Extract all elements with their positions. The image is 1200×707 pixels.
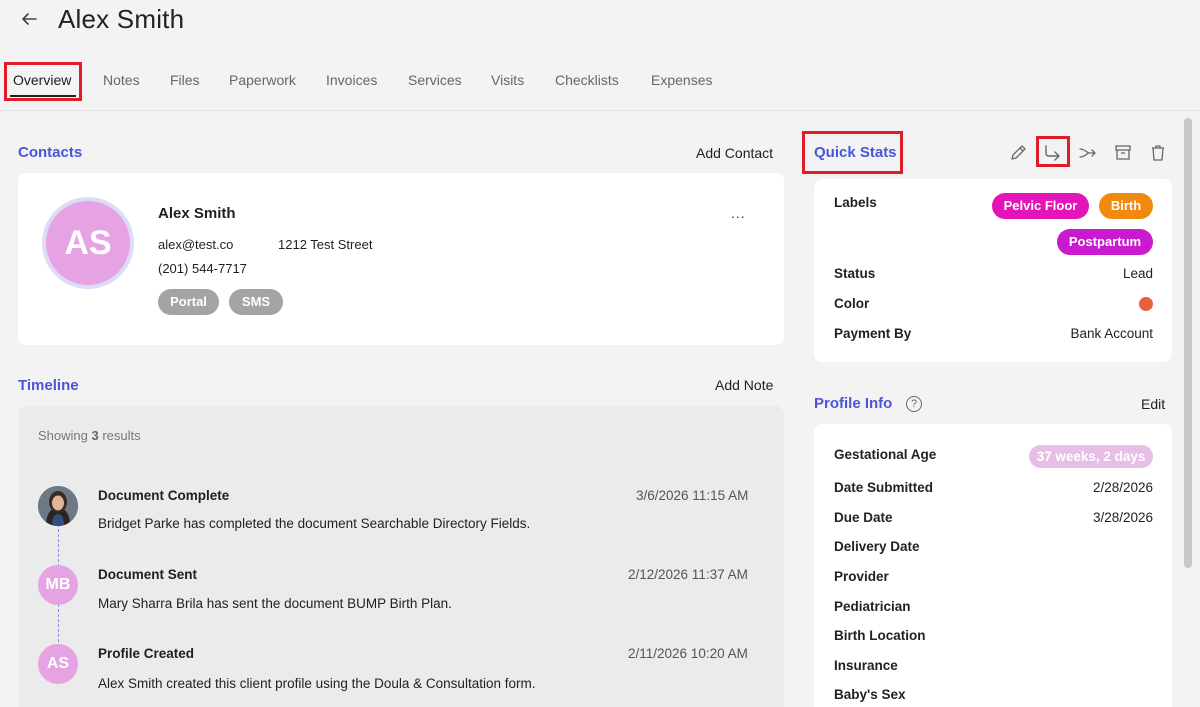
contact-more-button[interactable]: ...	[731, 205, 746, 221]
archive-icon[interactable]	[1112, 141, 1134, 163]
pencil-icon[interactable]	[1007, 142, 1029, 164]
profile-row-label: Baby's Sex	[834, 687, 906, 702]
timeline-item-title: Profile Created	[98, 646, 195, 661]
trash-icon[interactable]	[1147, 142, 1169, 164]
timeline-item-time: 2/12/2026 11:37 AM	[628, 567, 748, 582]
timeline-item-desc: Alex Smith created this client profile u…	[98, 676, 536, 691]
tab-invoices[interactable]: Invoices	[326, 62, 377, 100]
profile-row-value: 3/28/2026	[1092, 510, 1153, 525]
timeline-item-title: Document Sent	[98, 567, 198, 582]
avatar: AS	[42, 197, 134, 289]
profile-row-label: Insurance	[834, 658, 898, 673]
add-contact-button[interactable]: Add Contact	[696, 145, 773, 161]
color-label: Color	[834, 296, 870, 311]
tab-notes[interactable]: Notes	[103, 62, 140, 100]
portal-pill[interactable]: Portal	[158, 289, 219, 315]
profile-row-label: Gestational Age	[834, 447, 937, 462]
gestational-age-badge: 37 weeks, 2 days	[1029, 445, 1153, 468]
tab-services[interactable]: Services	[408, 62, 462, 100]
contacts-title: Contacts	[18, 144, 83, 161]
scrollbar[interactable]	[1184, 118, 1192, 568]
labels-label: Labels	[834, 195, 877, 210]
profile-row-label: Pediatrician	[834, 599, 911, 614]
timeline-item-time: 3/6/2026 11:15 AM	[636, 488, 749, 503]
timeline-item-desc: Bridget Parke has completed the document…	[98, 516, 531, 531]
sms-pill[interactable]: SMS	[229, 289, 283, 315]
contact-address: 1212 Test Street	[278, 237, 373, 252]
timeline-avatar: MB	[38, 565, 78, 605]
tab-expenses[interactable]: Expenses	[651, 62, 712, 100]
timeline-avatar: AS	[38, 644, 78, 684]
timeline-item-desc: Mary Sharra Brila has sent the document …	[98, 596, 452, 611]
contact-email[interactable]: alex@test.co	[158, 237, 233, 252]
tab-bar: Overview Notes Files Paperwork Invoices …	[0, 62, 1200, 102]
page-title: Alex Smith	[58, 4, 185, 34]
results-count: Showing 3 results	[38, 428, 141, 443]
back-arrow-icon[interactable]	[18, 8, 40, 30]
tabs-divider	[0, 110, 1200, 111]
profile-row-label: Date Submitted	[834, 480, 934, 495]
contact-phone[interactable]: (201) 544-7717	[158, 261, 247, 276]
status-label: Status	[834, 266, 876, 281]
showing-count: 3	[91, 428, 99, 443]
label-tag[interactable]: Pelvic Floor	[992, 193, 1089, 219]
quick-stats-title: Quick Stats	[814, 144, 897, 161]
profile-row-value: 2/28/2026	[1092, 480, 1153, 495]
tab-paperwork[interactable]: Paperwork	[229, 62, 296, 100]
tab-files[interactable]: Files	[170, 62, 200, 100]
status-value: Lead	[1122, 266, 1153, 281]
share-icon[interactable]	[1042, 141, 1064, 163]
page-header: Alex Smith	[0, 0, 1200, 44]
shuffle-icon[interactable]	[1077, 142, 1099, 164]
timeline-title: Timeline	[18, 377, 79, 394]
payment-by-value: Bank Account	[1070, 326, 1153, 341]
profile-row-label: Birth Location	[834, 628, 926, 643]
tab-visits[interactable]: Visits	[491, 62, 524, 100]
active-tab-indicator	[10, 95, 76, 97]
avatar-initials: AS	[46, 201, 130, 285]
color-dot	[1139, 297, 1153, 311]
payment-by-label: Payment By	[834, 326, 912, 341]
edit-profile-button[interactable]: Edit	[1141, 396, 1165, 412]
contact-name: Alex Smith	[158, 205, 236, 222]
contact-card	[18, 173, 784, 345]
profile-row-label: Due Date	[834, 510, 893, 525]
timeline-panel	[18, 406, 784, 707]
showing-suffix: results	[98, 428, 141, 443]
add-note-button[interactable]: Add Note	[715, 377, 773, 393]
label-tag[interactable]: Postpartum	[1057, 229, 1153, 255]
showing-prefix: Showing	[38, 428, 92, 443]
user-photo-avatar	[38, 486, 78, 526]
profile-info-title: Profile Info	[814, 395, 893, 412]
profile-row-label: Delivery Date	[834, 539, 920, 554]
tab-checklists[interactable]: Checklists	[555, 62, 619, 100]
timeline-item-title: Document Complete	[98, 488, 230, 503]
timeline-item-time: 2/11/2026 10:20 AM	[628, 646, 748, 661]
help-icon[interactable]: ?	[906, 396, 922, 412]
profile-row-label: Provider	[834, 569, 889, 584]
label-tag[interactable]: Birth	[1099, 193, 1153, 219]
